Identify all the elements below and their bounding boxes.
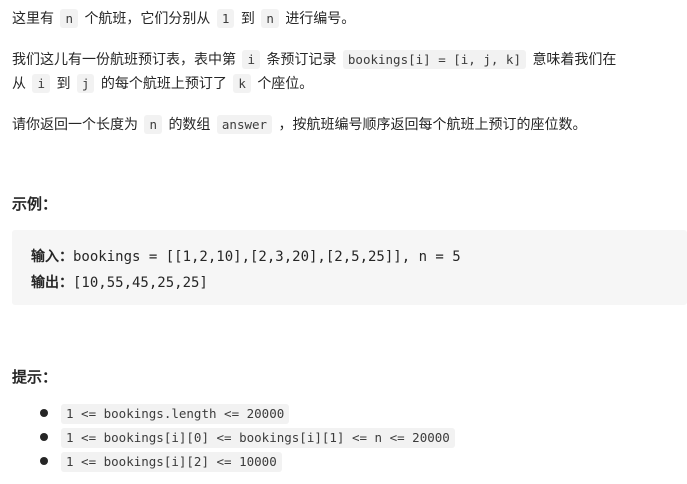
inline-code: n — [261, 9, 279, 28]
intro-paragraph-2-cont: 从 i 到 j 的每个航班上预订了 k 个座位。 — [12, 70, 679, 98]
intro-text: 到 — [240, 11, 255, 27]
intro-text: 的每个航班上预订了 — [100, 76, 227, 92]
inline-code: j — [76, 74, 95, 93]
example-code-block: 输入：bookings = [[1,2,10],[2,3,20],[2,5,25… — [12, 230, 687, 305]
intro-text: 个航班，它们分别从 — [84, 11, 211, 27]
bullet-icon — [40, 409, 48, 417]
intro-text: 个座位。 — [257, 76, 314, 92]
intro-paragraph-3: 请你返回一个长度为 n 的数组 answer ，按航班编号顺序返回每个航班上预订… — [12, 111, 679, 139]
intro-text: 意味着我们在 — [532, 52, 617, 68]
example-heading: 示例： — [12, 195, 58, 213]
intro-text: 条预订记录 — [266, 52, 337, 68]
inline-code: bookings[i] = [i, j, k] — [342, 50, 526, 69]
example-input-value: bookings = [[1,2,10],[2,3,20],[2,5,25]],… — [73, 249, 461, 265]
inline-code: i — [242, 50, 260, 69]
intro-text: 我们这儿有一份航班预订表，表中第 — [12, 52, 236, 68]
intro-text: 的数组 — [168, 117, 211, 133]
intro-text: 进行编号。 — [285, 11, 356, 27]
example-output-line: 输出：[10,55,45,25,25] — [31, 270, 687, 296]
hint-code: 1 <= bookings.length <= 20000 — [61, 404, 290, 424]
inline-code: k — [233, 74, 251, 93]
inline-code: 1 — [216, 9, 235, 28]
inline-code: n — [60, 9, 78, 28]
inline-code: n — [144, 115, 162, 134]
example-input-label: 输入： — [31, 249, 73, 265]
inline-code: answer — [216, 115, 273, 134]
intro-text: 这里有 — [12, 11, 54, 27]
bullet-icon — [40, 457, 48, 465]
intro-text: 请你返回一个长度为 — [12, 117, 138, 133]
intro-text: 到 — [56, 76, 71, 92]
example-input-line: 输入：bookings = [[1,2,10],[2,3,20],[2,5,25… — [31, 244, 687, 270]
example-output-label: 输出： — [31, 275, 73, 291]
intro-paragraph-1: 这里有 n 个航班，它们分别从 1 到 n 进行编号。 — [12, 5, 679, 33]
intro-text: ，按航班编号顺序返回每个航班上预订的座位数。 — [278, 117, 587, 133]
hints-heading: 提示： — [12, 368, 58, 386]
bullet-icon — [40, 433, 48, 441]
example-output-value: [10,55,45,25,25] — [73, 275, 208, 291]
hint-code: 1 <= bookings[i][0] <= bookings[i][1] <=… — [61, 428, 455, 448]
inline-code: i — [32, 74, 50, 93]
hint-code: 1 <= bookings[i][2] <= 10000 — [61, 452, 282, 472]
intro-text: 从 — [12, 76, 26, 92]
